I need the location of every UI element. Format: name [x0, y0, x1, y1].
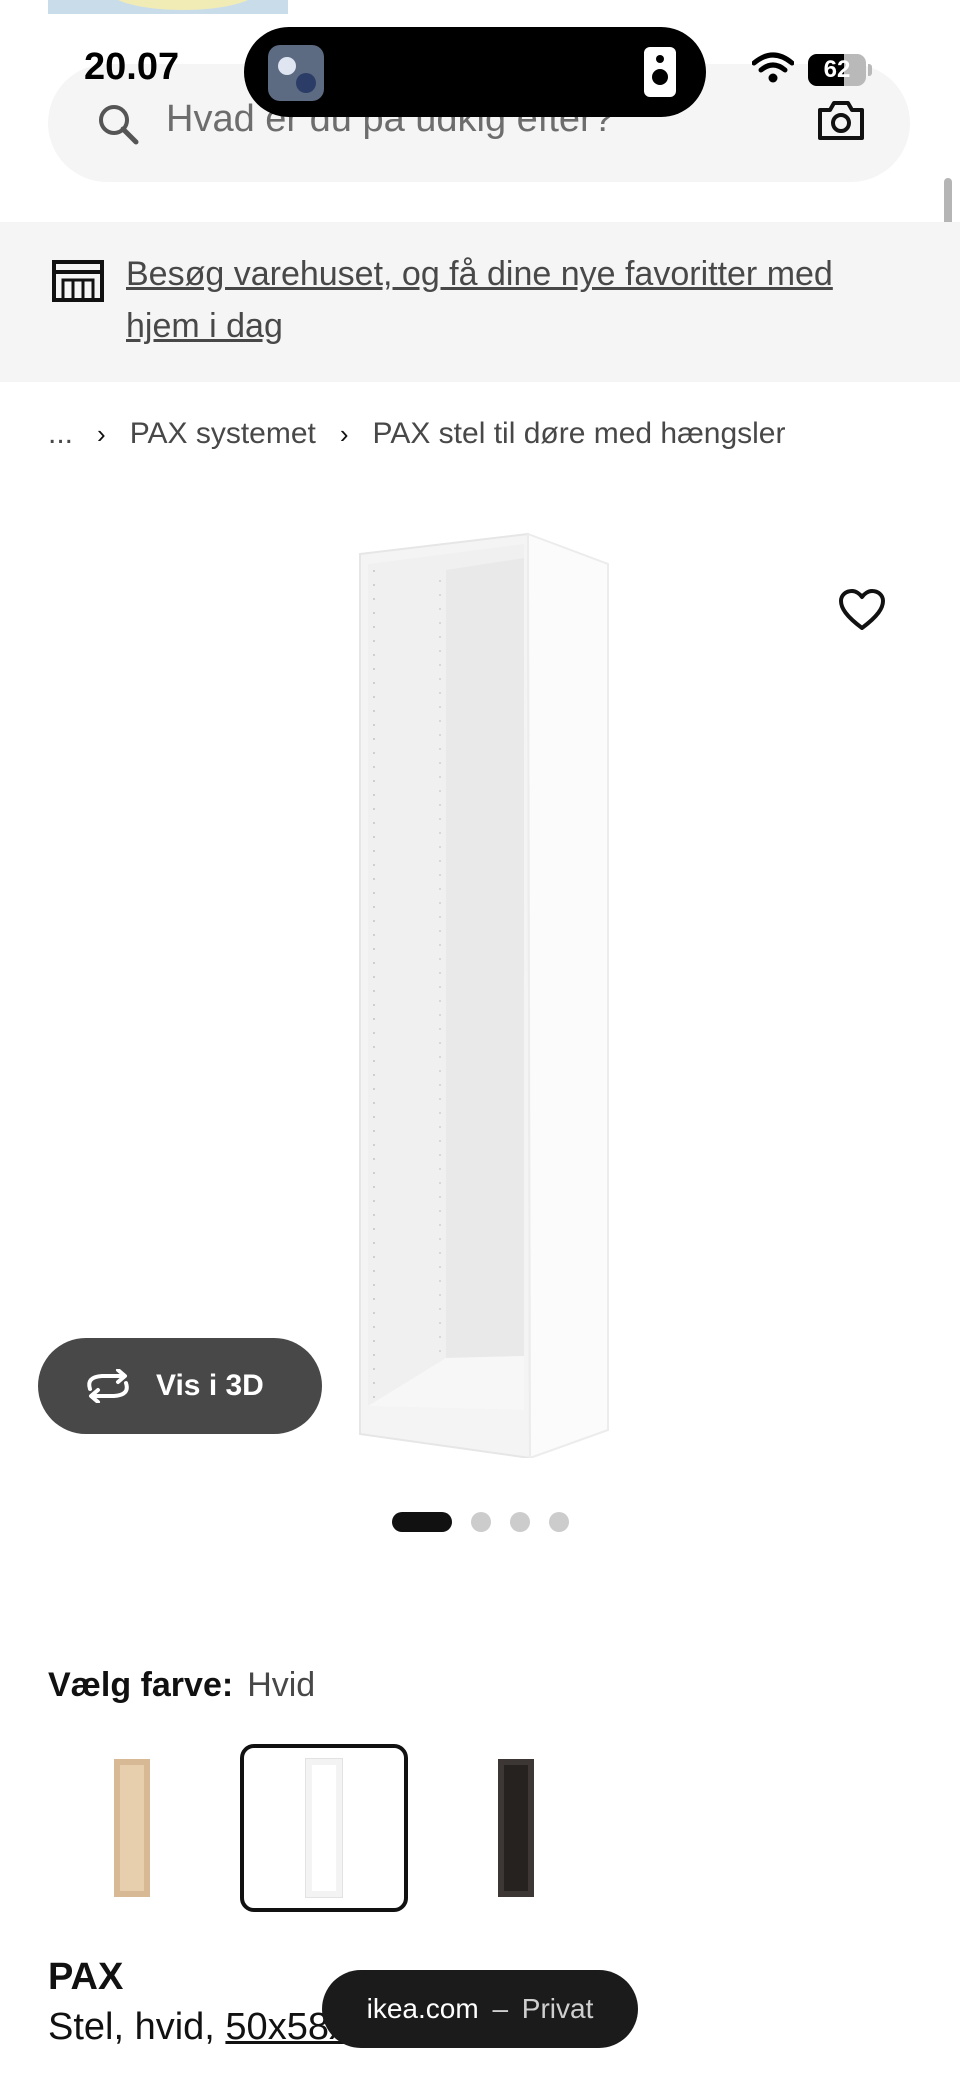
carousel-dot[interactable]: [392, 1512, 452, 1532]
breadcrumb-item-pax-system[interactable]: PAX systemet: [130, 417, 316, 451]
store-visit-link[interactable]: Besøg varehuset, og få dine nye favoritt…: [126, 248, 906, 352]
store-visit-banner: Besøg varehuset, og få dine nye favoritt…: [0, 222, 960, 382]
chevron-right-icon: ›: [339, 418, 349, 449]
heart-icon[interactable]: [838, 588, 886, 632]
promo-image: [48, 0, 288, 14]
color-selector-label: Vælg farve:: [48, 1666, 234, 1704]
carousel-dot[interactable]: [549, 1512, 569, 1532]
status-time: 20.07: [84, 46, 180, 88]
product-description-text: Stel, hvid,: [48, 2006, 226, 2048]
swatch-thumbnail: [305, 1758, 343, 1898]
browser-address-pill[interactable]: ikea.com – Privat: [322, 1970, 638, 2048]
camera-icon[interactable]: [816, 98, 866, 142]
browser-private-mode: Privat: [521, 1993, 594, 2024]
color-selector-heading: Vælg farve: Hvid: [48, 1666, 315, 1705]
color-swatch-oak[interactable]: [48, 1744, 216, 1912]
carousel-dot[interactable]: [471, 1512, 491, 1532]
swatch-thumbnail: [114, 1759, 150, 1897]
speaker-icon: [644, 47, 676, 97]
search-icon: [99, 105, 139, 145]
store-icon: [52, 260, 104, 302]
battery-indicator: 62: [808, 54, 866, 86]
wifi-icon: [752, 52, 794, 83]
battery-percentage: 62: [823, 56, 851, 83]
carousel-dot[interactable]: [510, 1512, 530, 1532]
browser-domain: ikea.com: [366, 1993, 479, 2024]
selected-color-value: Hvid: [247, 1666, 316, 1704]
swatch-thumbnail: [498, 1759, 534, 1897]
now-playing-thumbnail: [268, 45, 324, 101]
breadcrumb-item-pax-frame[interactable]: PAX stel til døre med hængsler: [373, 417, 786, 451]
product-name: PAX: [48, 1956, 124, 1998]
product-image[interactable]: [354, 530, 614, 1458]
browser-separator: –: [492, 1993, 509, 2024]
dynamic-island[interactable]: [244, 27, 706, 117]
breadcrumb-ellipsis[interactable]: ...: [48, 417, 73, 451]
battery-tip: [868, 64, 872, 76]
chevron-right-icon: ›: [97, 418, 106, 449]
rotate-3d-icon: [87, 1369, 129, 1403]
color-swatch-dark[interactable]: [432, 1744, 600, 1912]
view-3d-label: Vis i 3D: [156, 1369, 264, 1402]
view-3d-button[interactable]: Vis i 3D: [38, 1338, 322, 1434]
breadcrumb: ... › PAX systemet › PAX stel til døre m…: [48, 410, 785, 458]
image-carousel-dots: [392, 1512, 588, 1532]
color-swatch-white[interactable]: [240, 1744, 408, 1912]
